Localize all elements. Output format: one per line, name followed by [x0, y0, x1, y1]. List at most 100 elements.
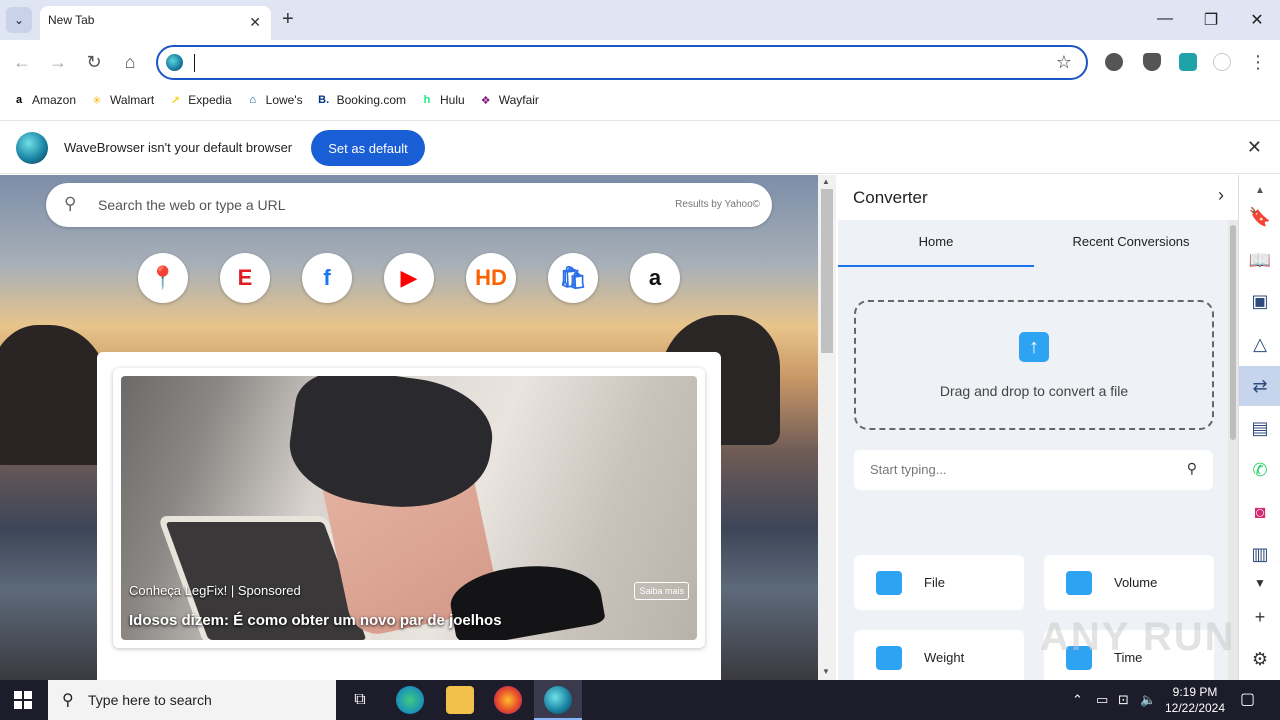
clock-date: 12/22/2024 [1164, 701, 1226, 715]
converter-icon[interactable]: ⇄ [1248, 374, 1272, 398]
volume-icon[interactable]: 🔈 [1140, 692, 1156, 708]
shortcut-shop-icon[interactable]: 🛍 [548, 253, 598, 303]
tab-home[interactable]: Home [838, 234, 1034, 249]
ad-learn-more-button[interactable]: Saiba mais [634, 582, 689, 600]
close-window-button[interactable]: ✕ [1247, 10, 1267, 30]
extension-toggle-icon[interactable] [1179, 53, 1197, 71]
file-explorer-icon[interactable] [446, 686, 474, 714]
converter-tile-file[interactable]: File [854, 555, 1024, 610]
tab-title: New Tab [48, 13, 95, 27]
close-infobar-icon[interactable]: ✕ [1247, 137, 1262, 158]
bookmark-label: Booking.com [336, 93, 406, 107]
chevron-right-icon[interactable]: › [1218, 185, 1224, 206]
forward-button[interactable]: → [46, 52, 70, 73]
profile-icon[interactable] [1213, 53, 1231, 71]
bookmark-icon[interactable]: 🔖 [1248, 205, 1272, 229]
active-tab-indicator [838, 265, 1034, 267]
tab-bar: ⌄ New Tab ✕ + — ❐ ✕ [0, 0, 1280, 40]
menu-kebab-icon[interactable]: ⋮ [1246, 52, 1270, 73]
stocks-chart-icon[interactable]: ▥ [1248, 542, 1272, 566]
shortcut-espn-icon[interactable]: E [220, 253, 270, 303]
firefox-icon[interactable] [494, 686, 522, 714]
taskbar-clock[interactable]: 9:19 PM 12/22/2024 [1160, 684, 1230, 716]
recipe-icon[interactable]: △ [1248, 332, 1272, 356]
notifications-icon[interactable]: ▢ [1240, 689, 1255, 709]
scroll-down-icon[interactable]: ▼ [822, 667, 830, 676]
shortcut-facebook-icon[interactable]: f [302, 253, 352, 303]
package-icon[interactable]: ▣ [1248, 289, 1272, 313]
taskbar-search-box[interactable]: ⚲ Type here to search [48, 680, 336, 720]
bookmark-lowes[interactable]: ⌂ Lowe's [246, 93, 303, 107]
whatsapp-icon[interactable]: ✆ [1248, 458, 1272, 482]
page-scrollbar[interactable]: ▲ ▼ [818, 175, 836, 680]
sponsored-ad[interactable]: Conheça LegFix! | Sponsored Idosos dizem… [113, 368, 705, 648]
shortcut-home-depot-icon[interactable]: HD [466, 253, 516, 303]
book-icon[interactable]: 📖 [1248, 248, 1272, 272]
instagram-icon[interactable]: ◙ [1248, 500, 1272, 524]
tab-new-tab[interactable]: New Tab ✕ [40, 6, 271, 40]
tile-label: Volume [1114, 575, 1158, 590]
file-dropzone[interactable]: ↑ Drag and drop to convert a file [854, 300, 1214, 430]
minimize-button[interactable]: — [1155, 10, 1175, 28]
set-as-default-button[interactable]: Set as default [311, 130, 425, 166]
new-tab-button[interactable]: + [282, 8, 294, 30]
bookmark-expedia[interactable]: ↗ Expedia [168, 93, 232, 107]
tile-label: Weight [924, 650, 965, 665]
converter-search-input[interactable]: Start typing... ⚲ [854, 450, 1213, 490]
close-tab-icon[interactable]: ✕ [249, 14, 261, 31]
tray-chevron-up-icon[interactable]: ⌃ [1072, 692, 1083, 708]
panel-scrollbar[interactable] [1228, 220, 1238, 680]
wavebrowser-icon [166, 54, 183, 71]
panel-scrollbar-thumb[interactable] [1230, 225, 1236, 440]
task-view-icon[interactable]: ⧉ [346, 686, 374, 714]
back-button[interactable]: ← [10, 52, 34, 73]
calendar-icon[interactable]: ▤ [1248, 416, 1272, 440]
address-bar[interactable]: ☆ [156, 45, 1088, 80]
scroll-up-icon[interactable]: ▲ [822, 177, 830, 186]
scrollbar-thumb[interactable] [821, 189, 833, 353]
tab-recent-conversions[interactable]: Recent Conversions [1034, 234, 1228, 249]
windows-start-icon[interactable] [14, 691, 32, 709]
tab-search-button[interactable]: ⌄ [6, 7, 32, 33]
bookmark-walmart[interactable]: ✳ Walmart [90, 93, 154, 107]
bookmark-hulu[interactable]: h Hulu [420, 93, 465, 107]
walmart-icon: ✳ [92, 94, 102, 107]
bookmark-wayfair[interactable]: ❖ Wayfair [479, 93, 539, 107]
reload-button[interactable]: ↻ [82, 52, 106, 73]
panel-title: Converter [853, 188, 928, 207]
text-caret [194, 54, 195, 72]
bookmarks-bar: a Amazon ✳ Walmart ↗ Expedia ⌂ Lowe's B. Booking.… [0, 86, 1280, 114]
settings-gear-icon[interactable]: ⚙ [1248, 647, 1272, 671]
converter-tile-weight[interactable]: Weight [854, 630, 1024, 680]
chevron-down-icon[interactable]: ▼ [1248, 571, 1272, 595]
shortcut-google-maps-icon[interactable]: 📍 [138, 253, 188, 303]
bookmark-bookingcom[interactable]: B. Booking.com [317, 93, 406, 107]
home-button[interactable]: ⌂ [118, 52, 142, 73]
add-icon[interactable]: + [1248, 605, 1272, 629]
converter-tile-volume[interactable]: Volume [1044, 555, 1214, 610]
ad-image[interactable]: Conheça LegFix! | Sponsored Idosos dizem… [121, 376, 697, 640]
booking-icon: B. [318, 94, 330, 106]
extension-layers-icon[interactable] [1105, 53, 1123, 71]
bookmark-amazon[interactable]: a Amazon [12, 93, 76, 107]
ad-headline[interactable]: Idosos dizem: É como obter um novo par d… [129, 612, 502, 629]
folder-icon [876, 571, 902, 595]
wavebrowser-taskbar-icon[interactable] [544, 686, 572, 714]
shield-icon[interactable] [1143, 53, 1161, 71]
edge-icon[interactable] [396, 686, 424, 714]
bookmark-star-icon[interactable]: ☆ [1056, 52, 1072, 73]
restore-button[interactable]: ❐ [1201, 10, 1221, 30]
clock-time: 9:19 PM [1172, 685, 1218, 699]
dropzone-text: Drag and drop to convert a file [939, 383, 1129, 399]
converter-panel: Converter › Home Recent Conversions ↑ Dr… [838, 175, 1238, 680]
tray-device-icon[interactable]: ▭ [1096, 692, 1108, 708]
network-icon[interactable]: ⊡ [1118, 692, 1129, 708]
shortcut-amazon-icon[interactable]: a [630, 253, 680, 303]
newtab-search-bar[interactable]: ⚲ Search the web or type a URL Results b… [46, 183, 772, 227]
infobar-message: WaveBrowser isn't your default browser [64, 140, 293, 155]
new-tab-page: ⚲ Search the web or type a URL Results b… [0, 175, 818, 680]
bookmark-label: Lowe's [265, 93, 303, 107]
scroll-up-icon[interactable]: ▲ [1248, 179, 1272, 203]
shortcut-youtube-icon[interactable]: ▶ [384, 253, 434, 303]
wavebrowser-logo-icon [16, 132, 48, 164]
